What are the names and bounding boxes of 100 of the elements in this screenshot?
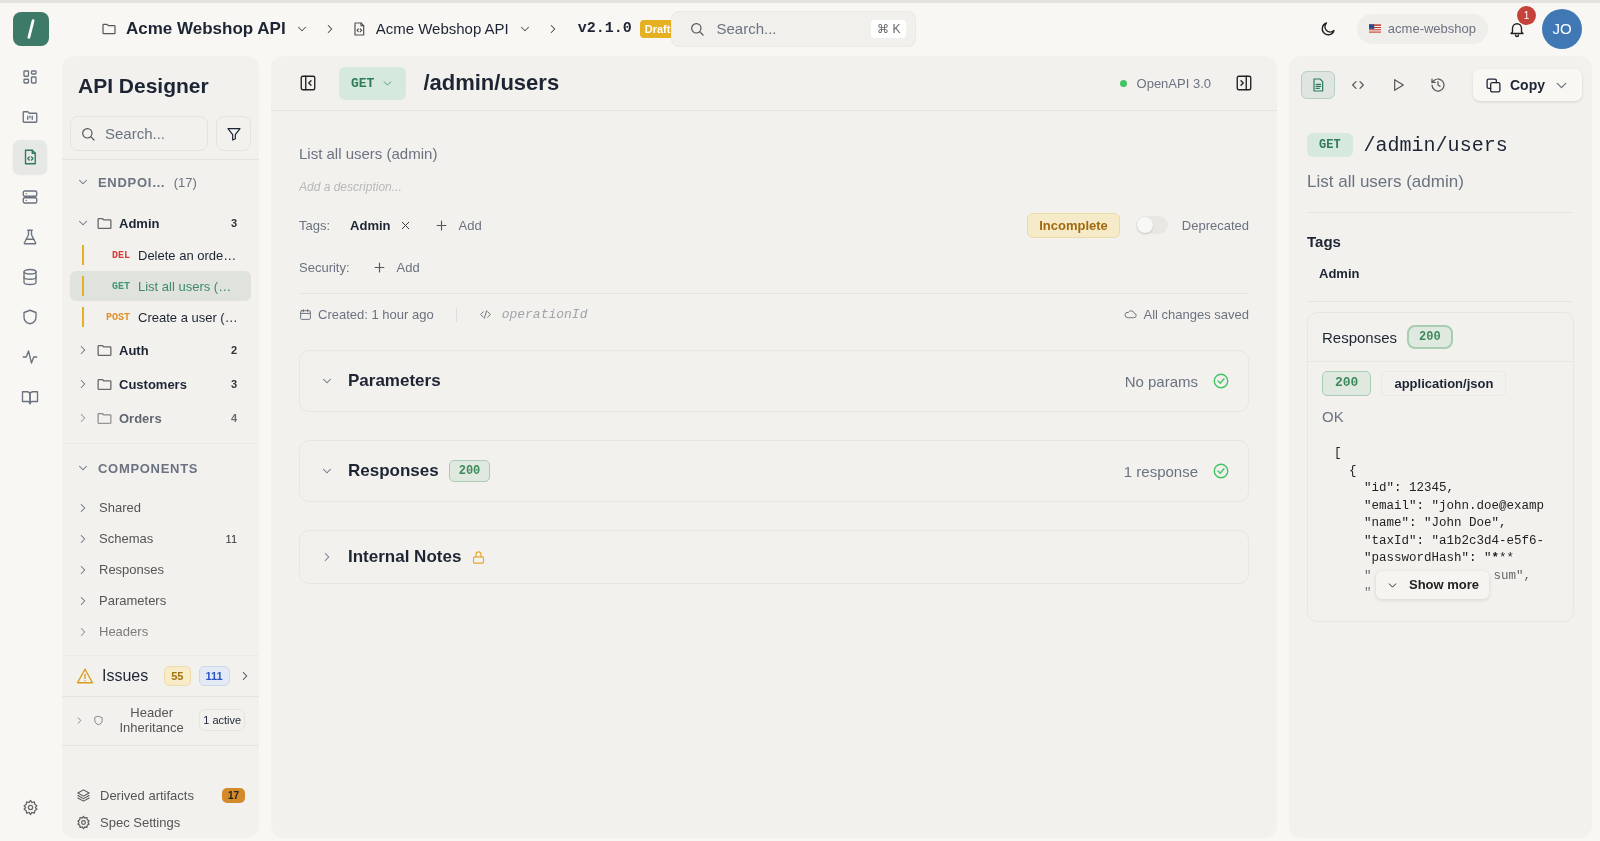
book-icon [21, 388, 39, 406]
endpoint-path: /admin/users [1363, 133, 1508, 157]
section-summary: No params [1124, 372, 1198, 390]
tags-heading: Tags [1307, 233, 1342, 250]
add-tag-button[interactable]: Add [433, 217, 482, 233]
status-code-badge: 200 [448, 460, 491, 482]
tree-item[interactable]: Orders 4 [70, 401, 251, 435]
summary-text: List all users (admin) [299, 145, 439, 162]
toggle-switch[interactable] [1135, 216, 1168, 234]
section-header[interactable]: COMPONENTS [70, 452, 251, 484]
layers-icon [76, 788, 91, 803]
description-field[interactable]: Add a description... [299, 180, 1249, 194]
tree-item[interactable]: Headers [70, 616, 251, 647]
status-badge: Incomplete [1027, 212, 1120, 238]
code-line: [ [1334, 445, 1343, 462]
responses-heading: Responses [1322, 328, 1398, 346]
header-inheritance-label: Header Inheritance [118, 705, 185, 735]
version-label: v2.1.0 [577, 20, 632, 37]
tree-item[interactable]: Parameters [70, 585, 251, 616]
grid-icon [21, 68, 39, 86]
search-icon [80, 126, 96, 142]
calendar-icon [299, 308, 312, 321]
status-code-badge: 200 [1322, 371, 1372, 396]
slash-icon [27, 18, 35, 39]
tags-label: Tags: [299, 217, 331, 233]
check-circle-icon [1212, 462, 1230, 480]
copy-button[interactable]: Copy [1473, 69, 1582, 101]
tree-item[interactable]: Schemas 11 [70, 523, 251, 554]
tag-label: Admin [1319, 266, 1361, 281]
code-line: " [1363, 567, 1372, 585]
nav-button[interactable] [13, 140, 47, 174]
code-line: " [1363, 585, 1372, 602]
flag-icon [1368, 24, 1381, 33]
save-status: All changes saved [1143, 307, 1249, 322]
settings-icon[interactable] [21, 799, 39, 816]
code-line: "name": "John Doe", [1363, 515, 1508, 532]
tree-item[interactable]: Customers 3 [70, 367, 251, 401]
issues-label: Issues [102, 667, 149, 685]
sidebar-link[interactable]: Derived artifacts [100, 788, 194, 803]
code-icon [478, 308, 492, 321]
view-tab[interactable] [1301, 71, 1335, 99]
check-circle-icon [1212, 372, 1230, 390]
media-type-badge: application/json [1381, 371, 1507, 396]
code-line: sum", [1493, 567, 1532, 585]
warning-count-badge: 55 [164, 666, 191, 686]
sidebar-link[interactable]: Spec Settings [100, 815, 181, 830]
shield-icon [21, 308, 39, 326]
method-badge: GET [1307, 133, 1353, 157]
tree-item[interactable]: Auth 2 [70, 333, 251, 367]
count-badge: 17 [221, 788, 245, 803]
section-header[interactable]: ENDPOI… (17) [70, 166, 251, 198]
section-summary: 1 response [1123, 462, 1198, 480]
settings-icon [76, 815, 91, 830]
section-toggle[interactable]: Responses [320, 461, 439, 481]
folder-icon [21, 108, 39, 126]
created-label: Created: 1 hour ago [318, 307, 434, 322]
method-dropdown[interactable]: GET [339, 66, 407, 100]
app-logo[interactable] [13, 11, 49, 46]
security-label: Security: [299, 259, 350, 275]
filter-button[interactable] [216, 116, 251, 151]
user-avatar[interactable]: JO [1542, 8, 1582, 49]
panel-toggle-icon[interactable] [1235, 74, 1253, 92]
copy-icon [1485, 76, 1502, 94]
breadcrumb-dropdown[interactable]: Acme Webshop API [101, 18, 309, 39]
status-code-badge: 200 [1407, 325, 1453, 349]
plus-icon [371, 259, 387, 275]
tree-item[interactable]: Responses [70, 554, 251, 585]
search-field[interactable]: Search... [70, 116, 208, 151]
spec-format-label: OpenAPI 3.0 [1136, 75, 1211, 91]
active-count-badge: 1 active [199, 709, 245, 731]
plus-icon [433, 217, 449, 233]
endpoint-item[interactable]: DEL Delete an orde… [70, 240, 251, 270]
filter-icon [225, 125, 242, 142]
sidebar-title: API Designer [77, 73, 210, 99]
tree-item[interactable]: Shared [70, 492, 251, 523]
flask-icon [21, 228, 39, 246]
history-icon [1430, 77, 1446, 93]
warning-icon [76, 667, 94, 685]
workspace-selector[interactable]: acme-webshop [1356, 13, 1488, 44]
code-line: "taxId": "a1b2c3d4-e5f6- [1363, 532, 1546, 550]
status-dot [1119, 79, 1127, 87]
endpoint-item[interactable]: POST Create a user (… [70, 302, 251, 332]
sidebar-toggle-icon[interactable] [299, 74, 317, 92]
cloud-icon [1124, 308, 1138, 321]
section-toggle[interactable]: Parameters [320, 371, 441, 391]
add-security-button[interactable]: Add [371, 259, 420, 275]
code-line: "id": 12345, [1363, 480, 1456, 497]
operation-id-field[interactable]: operationId [501, 307, 662, 322]
notification-badge: 1 [1517, 5, 1536, 25]
summary-text: List all users (admin) [1307, 172, 1465, 192]
tag-chip[interactable]: Admin [350, 217, 412, 233]
search-icon [689, 20, 706, 37]
breadcrumb-dropdown[interactable]: Acme Webshop API [350, 20, 532, 37]
info-count-badge: 111 [198, 666, 230, 686]
section-toggle[interactable]: Internal Notes [320, 547, 462, 567]
deprecated-label: Deprecated [1181, 217, 1249, 233]
tree-item[interactable]: Admin 3 [70, 206, 251, 240]
show-more-button[interactable]: Show more [1376, 571, 1490, 599]
document-icon [1310, 77, 1326, 93]
shield-icon [93, 714, 104, 726]
